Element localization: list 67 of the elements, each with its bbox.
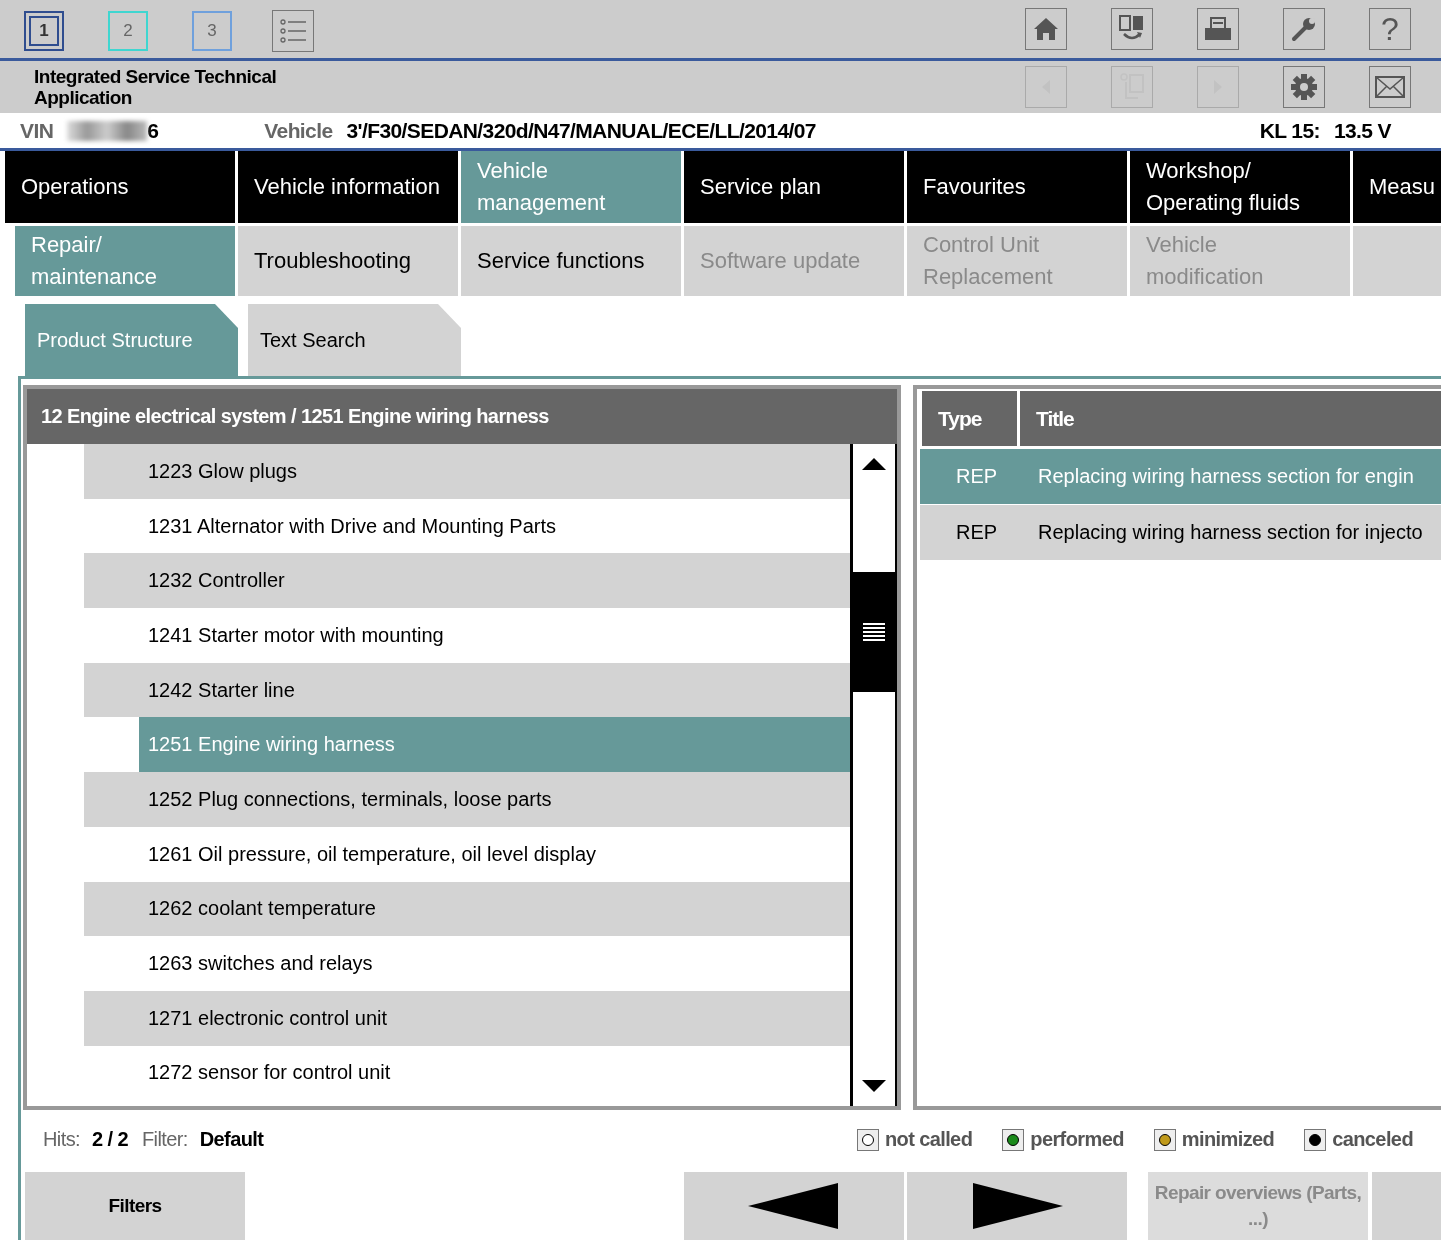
nav-tab[interactable]: Measu [1353,151,1441,223]
filter-value: Default [199,1128,264,1151]
tree-item[interactable]: 1231 Alternator with Drive and Mounting Parts [139,498,850,554]
subnav-tab[interactable]: Service functions [461,226,681,296]
list-button[interactable] [272,10,314,52]
scroll-down-icon[interactable] [861,1078,887,1094]
type-cell-text: REP [955,521,999,544]
nav-tab[interactable]: Favourites [907,151,1127,223]
tree-item[interactable]: 1272 sensor for control unit [139,1045,850,1101]
home-icon [1033,16,1059,42]
list-icon [278,17,308,45]
vehicle-label: Vehicle [264,118,333,143]
toolbar-button[interactable] [1283,8,1325,50]
status-icon [1153,1128,1176,1151]
scroll-up-icon[interactable] [861,456,887,472]
status-icon [856,1128,879,1151]
legend-label: not called [884,1128,973,1151]
toolbar-button[interactable] [1283,66,1325,108]
grip-icon [862,622,886,642]
scroll-thumb[interactable] [853,572,895,692]
subnav-tab[interactable]: Troubleshooting [238,226,458,296]
voltage-label: KL 15: [1259,118,1320,143]
nav-tab[interactable]: Vehicle information [238,151,458,223]
workspace-tab[interactable]: 2 [108,11,148,51]
title-cell-text: Replacing wiring harness section for engin [1037,465,1414,488]
wrench-icon [1290,15,1318,43]
result-row[interactable]: REP Replacing wiring harness section for injecto [920,505,1441,560]
nav-tab[interactable]: Service plan [684,151,904,223]
toolbar-button[interactable] [1197,8,1239,50]
title-cell-text: Replacing wiring harness section for injecto [1037,521,1423,544]
toolbar-button[interactable] [1025,8,1067,50]
vehicle-value: 3'/F30/SEDAN/320d/N47/MANUAL/ECE/LL/2014/07 [346,118,816,143]
left-arrow-icon [748,1183,840,1229]
tree-item[interactable]: 1261 Oil pressure, oil temperature, oil level display [139,826,850,882]
legend-label: minimized [1181,1128,1275,1151]
toolbar-button[interactable] [1111,8,1153,50]
hits-value: 2 / 2 [92,1128,128,1151]
printer-icon [1203,16,1233,42]
view-tab[interactable]: Text Search [248,304,461,376]
next-button[interactable] [907,1172,1127,1240]
status-icon [1304,1128,1327,1151]
column-header: Type [922,391,1020,446]
voltage-value: 13.5 V [1333,118,1391,143]
legend-label: performed [1030,1128,1124,1151]
type-cell-text: REP [955,465,999,488]
breadcrumb-header: 12 Engine electrical system / 1251 Engine wiring harness [27,389,897,444]
nav-tab[interactable]: Operations [5,151,235,223]
toolbar-button[interactable] [1369,66,1411,108]
vin-value: 6 [147,118,159,143]
toolbar-button[interactable]: ? [1369,8,1411,50]
footer-button[interactable]: Filters [25,1172,245,1240]
filter-label: Filter: [141,1128,188,1151]
tree-item[interactable]: 1263 switches and relays [139,936,850,991]
mail-icon [1375,76,1405,98]
workspace-tab[interactable]: 3 [192,11,232,51]
vin-label: VIN [20,118,54,143]
workspace-tab[interactable]: 1 [24,11,64,51]
legend-label: canceled [1332,1128,1413,1151]
app-title: Integrated Service Technical Application [34,66,278,108]
right-arrow-icon [971,1183,1063,1229]
status-icon [1002,1128,1025,1151]
column-header: Title [1035,405,1075,432]
scrollbar[interactable] [850,444,897,1106]
hits-label: Hits: [43,1128,80,1151]
nav-tab[interactable]: Workshop/ Operating fluids [1130,151,1350,223]
previous-button[interactable] [684,1172,904,1240]
tree-item[interactable]: 1241 Starter motor with mounting [139,608,850,663]
